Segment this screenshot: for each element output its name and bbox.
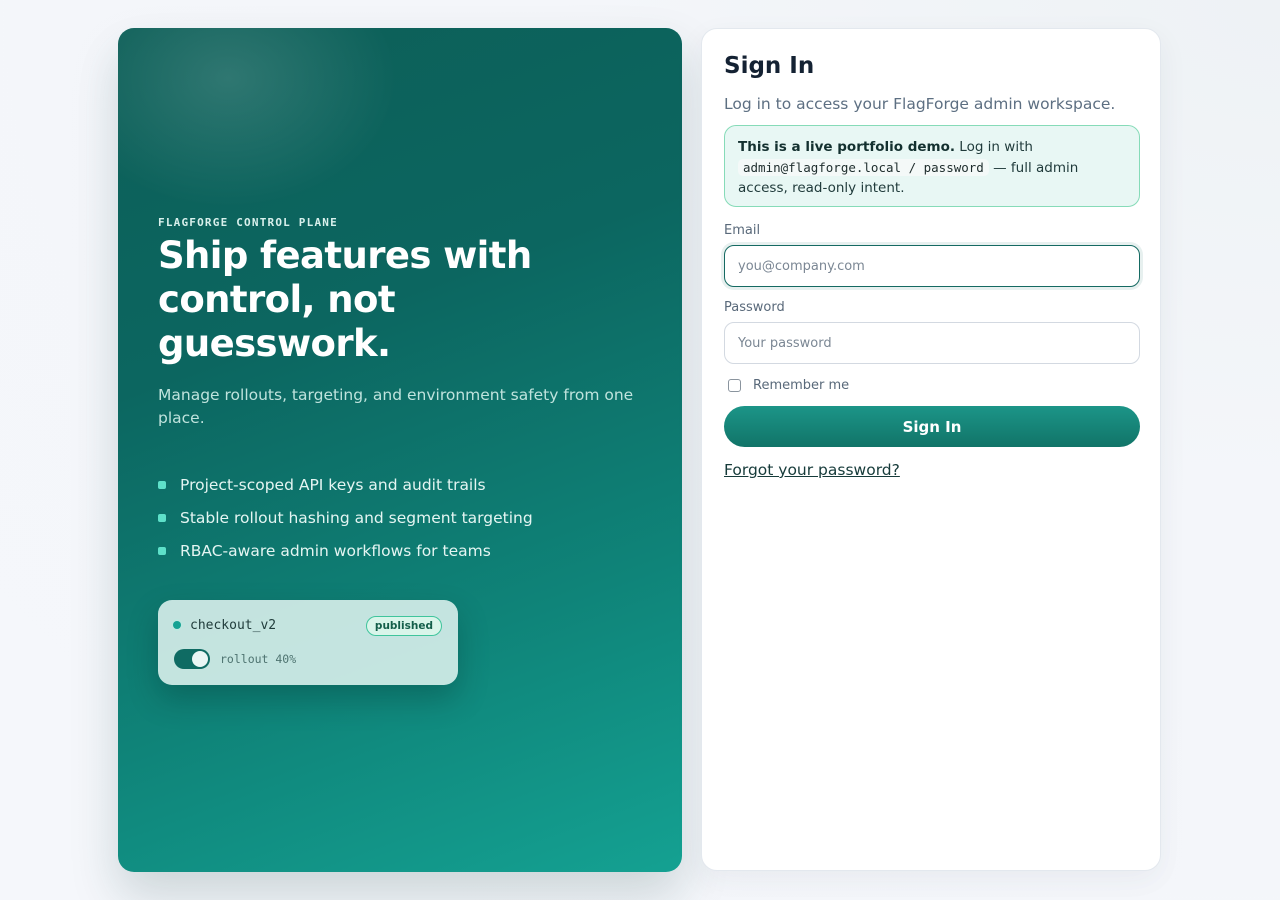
forgot-password-link[interactable]: Forgot your password? (724, 461, 900, 479)
hero-headline: Ship features with control, not guesswor… (158, 234, 532, 365)
status-dot-icon (173, 621, 181, 629)
feature-item: Stable rollout hashing and segment targe… (158, 501, 533, 534)
square-bullet-icon (158, 546, 166, 555)
hero-subtext: Manage rollouts, targeting, and environm… (158, 386, 634, 427)
demo-credentials: admin@flagforge.local / password (738, 158, 989, 176)
hero-eyebrow: FLAGFORGE CONTROL PLANE (158, 216, 338, 229)
remember-me[interactable]: Remember me (728, 378, 849, 393)
signin-panel: Sign In Log in to access your FlagForge … (701, 28, 1161, 871)
rollout-label: rollout 40% (220, 652, 297, 666)
hero-panel: FLAGFORGE CONTROL PLANE Ship features wi… (118, 28, 682, 872)
signin-subtitle: Log in to access your FlagForge admin wo… (724, 95, 1116, 113)
square-bullet-icon (158, 513, 166, 522)
flag-toggle (174, 649, 210, 669)
email-label: Email (724, 223, 761, 238)
feature-text: Project-scoped API keys and audit trails (180, 475, 486, 494)
status-badge: published (365, 616, 442, 636)
remember-me-checkbox[interactable] (728, 379, 741, 392)
feature-item: RBAC-aware admin workflows for teams (158, 534, 533, 567)
password-label: Password (724, 300, 785, 315)
feature-item: Project-scoped API keys and audit trails (158, 468, 533, 501)
remember-me-label[interactable]: Remember me (753, 378, 849, 393)
toggle-knob (192, 651, 208, 667)
demo-notice-bold: This is a live portfolio demo. (738, 139, 955, 155)
password-input[interactable] (724, 322, 1140, 364)
signin-button[interactable]: Sign In (724, 406, 1140, 447)
square-bullet-icon (158, 480, 166, 489)
feature-list: Project-scoped API keys and audit trails… (158, 468, 533, 567)
demo-notice: This is a live portfolio demo. Log in wi… (724, 125, 1140, 207)
feature-text: Stable rollout hashing and segment targe… (180, 508, 533, 527)
demo-notice-text: Log in with (959, 139, 1033, 155)
signin-title: Sign In (724, 53, 815, 79)
email-input[interactable] (724, 245, 1140, 287)
flag-name: checkout_v2 (190, 618, 277, 633)
feature-text: RBAC-aware admin workflows for teams (180, 541, 491, 560)
flag-preview-card: checkout_v2 published rollout 40% (158, 600, 458, 685)
